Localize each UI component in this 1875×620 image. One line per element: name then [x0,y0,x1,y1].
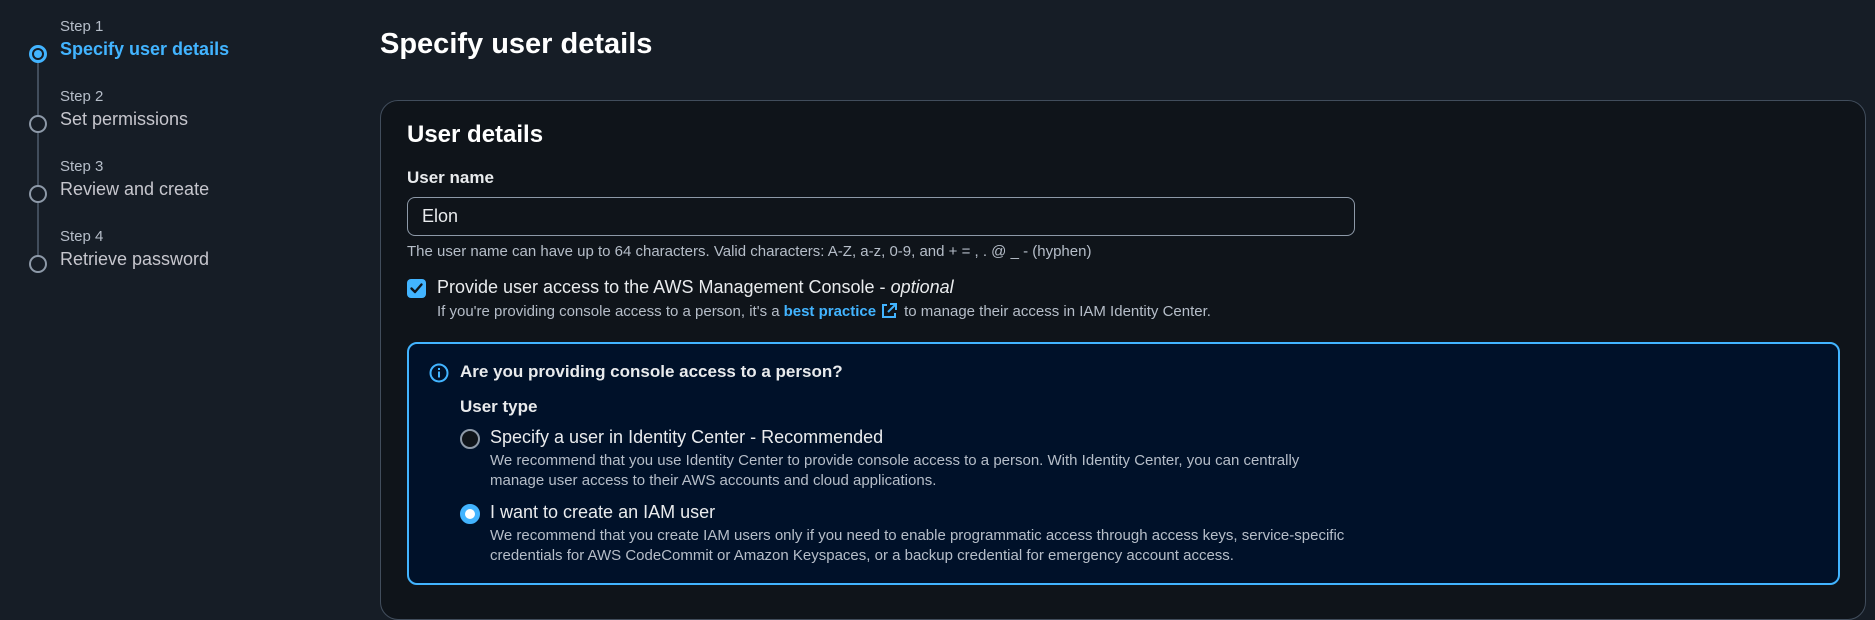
page-title: Specify user details [380,28,653,60]
identity-center-radio[interactable] [460,429,480,449]
step-number: Step 2 [60,88,104,105]
step-number: Step 1 [60,18,104,35]
step-indicator [29,115,47,133]
user-name-hint: The user name can have up to 64 characte… [407,243,1092,260]
step-number: Step 3 [60,158,104,175]
step-indicator [29,185,47,203]
wizard-steps: Step 1 Specify user details Step 2 Set p… [24,14,324,294]
iam-user-radio[interactable] [460,504,480,524]
console-access-label-text: Provide user access to the AWS Managemen… [437,277,886,297]
console-access-checkbox[interactable] [407,279,426,298]
best-practice-link[interactable]: best practice [784,303,877,320]
iam-user-option-description: We recommend that you create IAM users o… [490,527,1345,564]
identity-center-option-label[interactable]: Specify a user in Identity Center - Reco… [490,427,883,448]
step-indicator-active [29,45,47,63]
step-indicator [29,255,47,273]
iam-user-option-label[interactable]: I want to create an IAM user [490,502,715,523]
step-label: Set permissions [60,109,189,129]
step-set-permissions: Step 2 Set permissions [24,84,324,154]
console-access-label[interactable]: Provide user access to the AWS Managemen… [437,277,954,298]
step-label[interactable]: Specify user details [60,39,229,60]
user-name-label: User name [407,168,494,187]
user-details-panel: User details User name The user name can… [380,100,1866,620]
panel-title: User details [407,121,544,148]
optional-tag: optional [890,277,954,297]
console-access-info-box: Are you providing console access to a pe… [407,342,1840,585]
check-icon [410,283,423,294]
step-label: Retrieve password [60,249,210,269]
step-retrieve-password: Step 4 Retrieve password [24,224,324,294]
step-specify-user-details[interactable]: Step 1 Specify user details [24,14,324,84]
description-text-before: If you're providing console access to a … [437,302,780,320]
description-text-after: to manage their access in IAM Identity C… [904,302,1211,320]
info-icon [429,363,449,383]
user-type-label: User type [460,397,538,416]
step-review-and-create: Step 3 Review and create [24,154,324,224]
step-label: Review and create [60,179,210,199]
info-box-title: Are you providing console access to a pe… [460,362,843,381]
identity-center-option-description: We recommend that you use Identity Cente… [490,452,1300,489]
user-name-input[interactable] [407,197,1355,236]
console-access-description: If you're providing console access to a … [437,302,1211,320]
step-number: Step 4 [60,228,104,245]
external-link-icon[interactable] [880,302,898,320]
